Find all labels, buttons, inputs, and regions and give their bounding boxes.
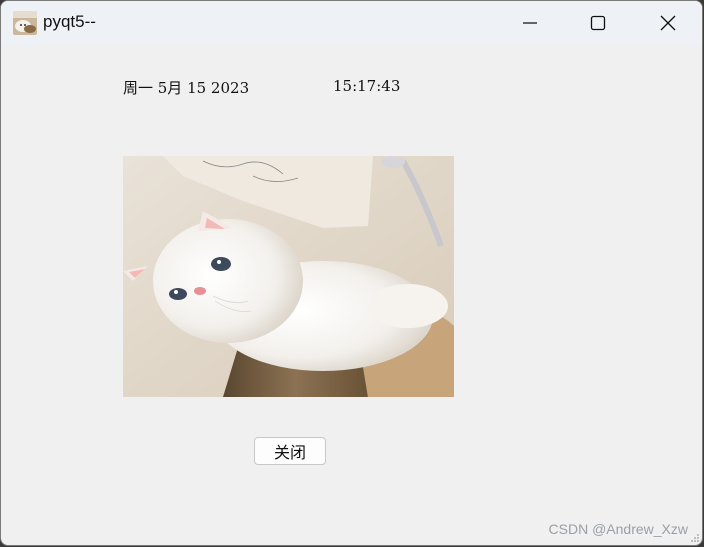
window-title: pyqt5-- [43,12,96,31]
close-window-button[interactable] [645,1,691,45]
cat-thumbnail-icon [13,11,37,35]
maximize-button[interactable] [575,1,621,45]
cat-image [123,156,454,397]
app-window: pyqt5-- 周一 5月 15 2023 15:17:43 关闭 CSDN @… [0,0,703,546]
close-icon [660,15,676,31]
date-label: 周一 5月 15 2023 [123,79,250,97]
time-label: 15:17:43 [333,77,401,95]
minimize-button[interactable] [507,1,553,45]
resize-grip-icon[interactable] [690,533,700,543]
maximize-icon [590,15,606,31]
minimize-icon [523,22,537,24]
title-bar[interactable]: pyqt5-- [1,1,702,45]
watermark: CSDN @Andrew_Xzw [548,521,688,537]
close-button[interactable]: 关闭 [254,437,326,465]
